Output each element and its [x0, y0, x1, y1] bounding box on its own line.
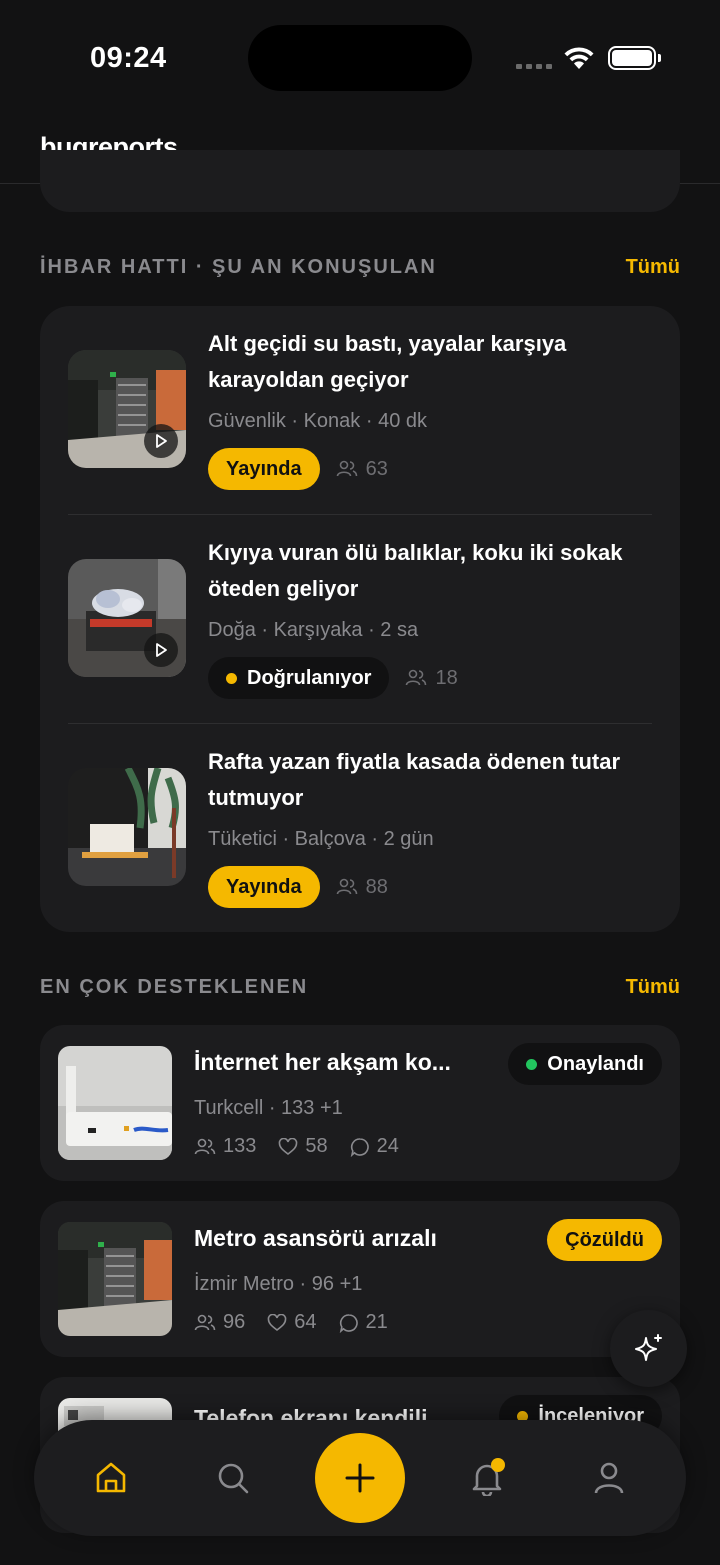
sparkles-icon — [634, 1333, 662, 1361]
report-thumbnail — [58, 1046, 172, 1160]
hotline-card: Alt geçidi su bastı, yayalar karşıya kar… — [40, 306, 680, 932]
heart-icon — [267, 1313, 287, 1331]
section-title-hotline: İHBAR HATTI · ŞU AN KONUŞULAN — [40, 256, 437, 278]
comments-stat[interactable]: 24 — [350, 1135, 399, 1158]
hotline-item[interactable]: Alt geçidi su bastı, yayalar karşıya kar… — [68, 306, 652, 515]
see-all-supported-link[interactable]: Tümü — [626, 976, 680, 999]
report-thumbnail — [68, 559, 186, 677]
ai-assistant-button[interactable] — [610, 1310, 687, 1387]
status-dot — [526, 1058, 538, 1070]
tab-search[interactable] — [209, 1454, 257, 1502]
see-all-hotline-link[interactable]: Tümü — [626, 256, 680, 279]
new-report-button[interactable] — [315, 1433, 405, 1523]
people-icon — [336, 460, 357, 477]
report-meta: Güvenlik · Konak · 40 dk — [208, 410, 427, 432]
report-meta: Tüketici · Balçova · 2 gün — [208, 828, 434, 850]
notification-dot — [491, 1458, 505, 1472]
people-icon — [336, 878, 357, 895]
report-title: Rafta yazan fiyatla kasada ödenen tutar … — [208, 749, 621, 810]
hotline-item[interactable]: Rafta yazan fiyatla kasada ödenen tutar … — [68, 724, 652, 933]
home-icon — [96, 1462, 126, 1493]
report-thumbnail — [58, 1222, 172, 1336]
people-icon — [406, 669, 427, 686]
people-icon — [194, 1314, 216, 1330]
cellular-signal-icon — [516, 64, 552, 69]
section-title-supported: EN ÇOK DESTEKLENEN — [40, 976, 309, 998]
search-icon — [218, 1463, 249, 1494]
status-time: 09:24 — [90, 42, 167, 74]
tab-profile[interactable] — [585, 1454, 633, 1502]
battery-icon — [608, 46, 661, 70]
report-meta: Doğa · Karşıyaka · 2 sa — [208, 619, 419, 641]
supported-report-card[interactable]: Metro asansörü arızalı Çözüldü İzmir Met… — [40, 1201, 680, 1357]
supporters-count: 63 — [336, 458, 388, 481]
heart-icon — [279, 1137, 298, 1155]
status-bar: 09:24 — [0, 0, 720, 120]
report-title: İnternet her akşam ko... — [194, 1049, 451, 1075]
bottom-tab-bar — [34, 1420, 686, 1536]
report-meta: Turkcell · 133 +1 — [194, 1097, 343, 1119]
wifi-icon — [564, 47, 594, 69]
previous-card-bottom — [40, 150, 680, 212]
comments-stat[interactable]: 21 — [339, 1311, 388, 1334]
supporters-count: 18 — [405, 667, 458, 690]
likes-stat[interactable]: 64 — [267, 1311, 317, 1334]
play-icon[interactable] — [144, 424, 178, 458]
likes-stat[interactable]: 58 — [278, 1135, 328, 1158]
play-icon[interactable] — [144, 633, 178, 667]
tab-notifications[interactable] — [463, 1454, 511, 1502]
plus-icon — [345, 1463, 375, 1493]
report-thumbnail — [68, 350, 186, 468]
status-badge: Yayında — [208, 448, 320, 490]
status-badge: Doğrulanıyor — [208, 657, 390, 699]
comment-icon — [339, 1313, 358, 1333]
tab-home[interactable] — [87, 1454, 135, 1502]
supporters-stat: 96 — [194, 1311, 245, 1334]
comment-icon — [350, 1137, 369, 1157]
status-badge: Onaylandı — [508, 1043, 662, 1085]
supporters-count: 88 — [336, 876, 388, 899]
profile-icon — [594, 1462, 624, 1494]
status-dot — [226, 672, 237, 684]
dynamic-island — [248, 25, 472, 91]
report-meta: İzmir Metro · 96 +1 — [194, 1273, 363, 1295]
report-title: Alt geçidi su bastı, yayalar karşıya kar… — [208, 331, 567, 392]
report-thumbnail — [68, 768, 186, 886]
supporters-stat: 133 — [194, 1135, 256, 1158]
report-title: Kıyıya vuran ölü balıklar, koku iki soka… — [208, 540, 623, 601]
supported-report-card[interactable]: İnternet her akşam ko... Onaylandı Turkc… — [40, 1025, 680, 1181]
hotline-item[interactable]: Kıyıya vuran ölü balıklar, koku iki soka… — [68, 515, 652, 724]
status-badge: Yayında — [208, 866, 320, 908]
status-badge: Çözüldü — [547, 1219, 662, 1261]
report-title: Metro asansörü arızalı — [194, 1225, 437, 1251]
people-icon — [194, 1138, 216, 1154]
